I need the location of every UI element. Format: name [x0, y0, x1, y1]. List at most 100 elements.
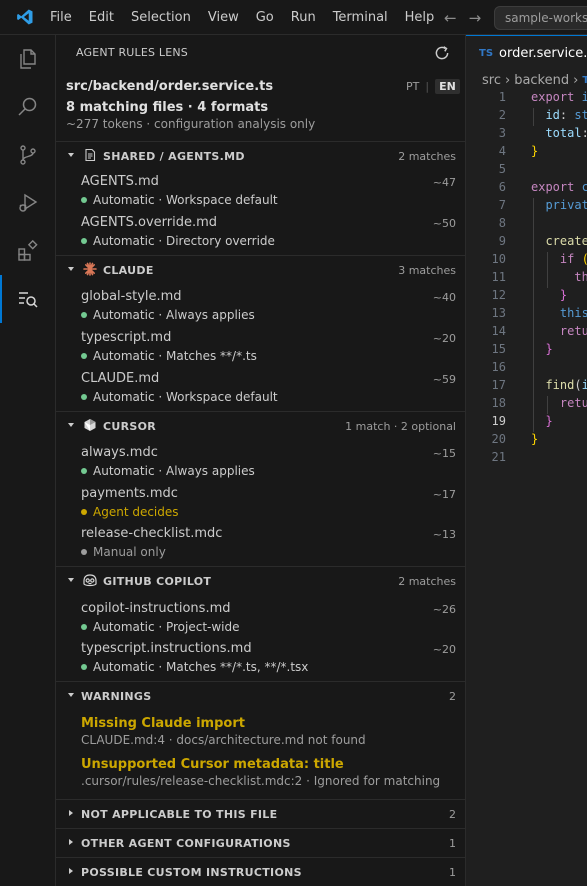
section-label: OTHER AGENT CONFIGURATIONS — [81, 837, 291, 850]
back-arrow-icon[interactable]: ← — [444, 9, 457, 27]
chevron-right-icon — [69, 810, 73, 816]
warning-title: Unsupported Cursor metadata: title — [81, 757, 344, 772]
agent-rules-lens-icon[interactable] — [0, 275, 56, 323]
rule-status: Automatic · Workspace default — [81, 390, 278, 404]
code-line: privat — [545, 198, 587, 212]
status-dot — [81, 238, 87, 244]
extensions-icon[interactable] — [0, 227, 56, 275]
code-line: } — [545, 342, 553, 356]
rule-file-item[interactable]: CLAUDE.md ~59 Automatic · Workspace defa… — [56, 371, 466, 411]
rule-status-text: Automatic · Directory override — [93, 234, 275, 248]
menu-view[interactable]: View — [200, 0, 248, 35]
line-number: 14 — [491, 324, 506, 338]
section-not-applicable[interactable]: NOT APPLICABLE TO THIS FILE 2 — [56, 799, 466, 827]
code-editor[interactable]: TS order.service.ts src › backend › T 1 … — [466, 35, 587, 886]
section-label: SHARED / AGENTS.MD — [103, 150, 245, 163]
warning-item[interactable]: Missing Claude import CLAUDE.md:4 · docs… — [81, 716, 461, 747]
chevron-right-icon — [69, 868, 73, 874]
section-github-copilot[interactable]: GITHUB COPILOT 2 matches — [56, 566, 466, 594]
cursor-logo-icon — [84, 419, 96, 431]
line-number: 12 — [491, 288, 506, 302]
section-cursor[interactable]: CURSOR 1 match · 2 optional — [56, 411, 466, 439]
token-count: ~26 — [432, 603, 456, 616]
source-control-icon[interactable] — [0, 131, 56, 179]
line-number: 2 — [498, 108, 506, 122]
rule-file-item[interactable]: payments.mdc ~17 Agent decides — [56, 486, 466, 526]
section-label: CURSOR — [103, 420, 157, 433]
vscode-logo-icon — [0, 0, 50, 35]
rule-file-item[interactable]: typescript.md ~20 Automatic · Matches **… — [56, 330, 466, 370]
section-possible-custom-instructions[interactable]: POSSIBLE CUSTOM INSTRUCTIONS 1 — [56, 857, 466, 885]
breadcrumb-src[interactable]: src — [482, 73, 501, 88]
rule-status: Automatic · Matches **/*.ts, **/*.tsx — [81, 660, 308, 674]
section-claude[interactable]: CLAUDE 3 matches — [56, 255, 466, 283]
line-number: 17 — [491, 378, 506, 392]
section-other-agent-configurations[interactable]: OTHER AGENT CONFIGURATIONS 1 — [56, 828, 466, 856]
rule-file-name: typescript.instructions.md — [81, 641, 252, 656]
section-count: 1 match · 2 optional — [345, 420, 456, 433]
line-number: 20 — [491, 432, 506, 446]
menu-run[interactable]: Run — [283, 0, 325, 35]
search-icon[interactable] — [0, 83, 56, 131]
code-line: create — [545, 234, 587, 248]
agent-rules-lens-panel: AGENT RULES LENS src/backend/order.servi… — [56, 35, 466, 886]
chevron-right-icon: › — [573, 73, 579, 88]
warning-item[interactable]: Unsupported Cursor metadata: title .curs… — [81, 757, 461, 788]
status-dot — [81, 664, 87, 670]
section-label: WARNINGS — [81, 690, 152, 703]
section-shared-agents[interactable]: SHARED / AGENTS.MD 2 matches — [56, 141, 466, 169]
rule-file-name: copilot-instructions.md — [81, 601, 231, 616]
rule-file-item[interactable]: typescript.instructions.md ~20 Automatic… — [56, 641, 466, 681]
menu-selection[interactable]: Selection — [123, 0, 200, 35]
warning-detail: .cursor/rules/release-checklist.mdc:2 · … — [81, 774, 441, 788]
chevron-down-icon — [68, 267, 74, 271]
status-dot — [81, 549, 87, 555]
rule-file-item[interactable]: release-checklist.mdc ~13 Manual only — [56, 526, 466, 566]
section-count: 1 — [449, 837, 456, 850]
refresh-icon[interactable] — [433, 44, 451, 62]
rule-status-text: Automatic · Matches **/*.ts, **/*.tsx — [93, 660, 309, 674]
editor-tab[interactable]: TS order.service.ts — [466, 35, 587, 70]
rule-file-item[interactable]: copilot-instructions.md ~26 Automatic · … — [56, 601, 466, 641]
breadcrumb-backend[interactable]: backend — [514, 73, 569, 88]
rule-file-item[interactable]: AGENTS.override.md ~50 Automatic · Direc… — [56, 215, 466, 255]
chevron-right-icon: › — [504, 73, 511, 88]
status-dot — [81, 624, 87, 630]
rule-file-name: CLAUDE.md — [81, 371, 160, 386]
code-line: if ( — [559, 252, 587, 266]
forward-arrow-icon[interactable]: → — [469, 9, 482, 27]
section-warnings[interactable]: WARNINGS 2 — [56, 681, 466, 709]
rule-file-item[interactable]: global-style.md ~40 Automatic · Always a… — [56, 289, 466, 329]
run-debug-icon[interactable] — [0, 179, 56, 227]
chevron-down-icon — [68, 693, 74, 697]
menu-terminal[interactable]: Terminal — [325, 0, 397, 35]
rule-status: Automatic · Always applies — [81, 464, 255, 478]
menu-file[interactable]: File — [50, 0, 81, 35]
status-dot — [81, 394, 87, 400]
line-number: 13 — [491, 306, 506, 320]
rule-file-item[interactable]: always.mdc ~15 Automatic · Always applie… — [56, 445, 466, 485]
line-number: 10 — [491, 252, 506, 266]
panel-title: AGENT RULES LENS — [76, 46, 188, 59]
rule-file-name: payments.mdc — [81, 486, 178, 501]
chevron-down-icon — [68, 423, 74, 427]
explorer-icon[interactable] — [0, 35, 56, 83]
rule-status: Automatic · Directory override — [81, 234, 275, 248]
copilot-logo-icon — [83, 574, 97, 587]
menu-edit[interactable]: Edit — [81, 0, 123, 35]
token-count: ~13 — [432, 528, 456, 541]
code-line: retu — [559, 324, 587, 338]
line-number-current: 19 — [491, 414, 506, 428]
lang-en-button[interactable]: EN — [435, 79, 460, 94]
rule-file-item[interactable]: AGENTS.md ~47 Automatic · Workspace defa… — [56, 174, 466, 214]
menu-help[interactable]: Help — [397, 0, 444, 35]
section-label: NOT APPLICABLE TO THIS FILE — [81, 808, 278, 821]
rule-file-name: release-checklist.mdc — [81, 526, 223, 541]
token-count: ~17 — [432, 488, 456, 501]
rule-file-name: typescript.md — [81, 330, 172, 345]
menu-go[interactable]: Go — [248, 0, 283, 35]
lang-pt-button[interactable]: PT — [406, 80, 419, 93]
token-count: ~20 — [432, 332, 456, 345]
code-line: this — [559, 306, 587, 320]
command-center-search[interactable]: sample-workspace — [494, 6, 587, 30]
